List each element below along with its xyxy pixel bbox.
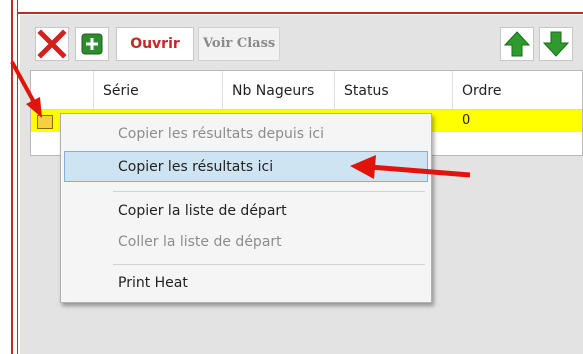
menu-separator: [113, 264, 425, 265]
menu-separator: [113, 191, 425, 192]
add-button[interactable]: [75, 27, 109, 61]
delete-button[interactable]: [35, 27, 69, 61]
column-header-ordre[interactable]: Ordre: [453, 71, 583, 109]
green-up-arrow-icon: [503, 31, 531, 57]
voir-classement-button[interactable]: Voir Class: [198, 27, 280, 61]
window-border-left: [11, 0, 13, 354]
red-x-icon: [37, 29, 67, 59]
menu-item-copy-results-here[interactable]: Copier les résultats ici: [64, 151, 428, 182]
menu-item-copy-start-list[interactable]: Copier la liste de départ: [61, 196, 431, 227]
column-header-status[interactable]: Status: [335, 71, 453, 109]
column-header-select[interactable]: [31, 71, 94, 109]
menu-item-copy-results-from-here: Copier les résultats depuis ici: [118, 126, 324, 142]
green-plus-icon: [81, 33, 103, 55]
menu-item-paste-start-list: Coller la liste de départ: [118, 234, 282, 250]
move-up-button[interactable]: [500, 27, 534, 61]
column-header-serie[interactable]: Série: [94, 71, 223, 109]
column-header-nb-nageurs[interactable]: Nb Nageurs: [223, 71, 335, 109]
move-down-button[interactable]: [539, 27, 573, 61]
window-border-top: [17, 12, 583, 14]
table-header: Série Nb Nageurs Status Ordre: [31, 71, 582, 110]
row-selector-icon[interactable]: [37, 115, 53, 129]
cell-ordre: 0: [462, 113, 471, 128]
green-down-arrow-icon: [542, 31, 570, 57]
ouvrir-button[interactable]: Ouvrir: [116, 27, 194, 61]
context-menu: Copier les résultats depuis ici Copier l…: [60, 113, 432, 303]
window-border-inner: [17, 0, 18, 354]
menu-item-print-heat[interactable]: Print Heat: [61, 268, 431, 299]
